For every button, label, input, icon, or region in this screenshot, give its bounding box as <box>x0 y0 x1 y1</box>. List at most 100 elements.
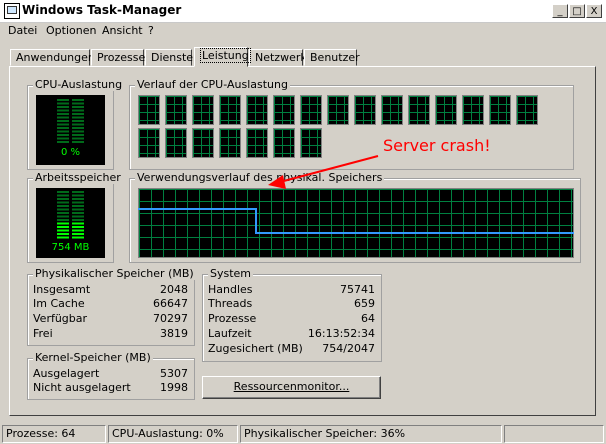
phys-label: Im Cache <box>33 297 85 310</box>
cpu-core-graph <box>219 95 241 125</box>
memory-meter-segment <box>57 222 69 225</box>
phys-row: Frei 3819 <box>28 327 194 341</box>
title-bar[interactable]: Windows Task-Manager _ □ X <box>0 0 606 23</box>
cpu-history-title: Verlauf der CPU-Auslastung <box>135 78 290 91</box>
cpu-core-graph <box>192 128 214 158</box>
cpu-core-graph <box>165 95 187 125</box>
minimize-button[interactable]: _ <box>552 4 568 18</box>
memory-meter-segment <box>72 229 84 232</box>
phys-value: 70297 <box>153 312 188 325</box>
cpu-meter-segment <box>72 113 84 115</box>
kernel-memory-title: Kernel-Speicher (MB) <box>33 351 153 364</box>
cpu-meter-segment <box>72 134 84 136</box>
memory-meter-segment <box>57 208 69 211</box>
memory-meter-segment <box>72 201 84 204</box>
memory-meter-segment <box>72 191 84 193</box>
tab-benutzer[interactable]: Benutzer <box>304 49 360 66</box>
window-title: Windows Task-Manager <box>22 3 182 17</box>
tab-leistung[interactable]: Leistung <box>194 47 251 67</box>
system-label: Handles <box>208 283 253 296</box>
cpu-core-graph <box>219 128 241 158</box>
cpu-meter-segment <box>72 141 84 143</box>
tab-label: Leistung <box>200 48 251 63</box>
menu-ansicht[interactable]: Ansicht <box>102 24 143 37</box>
tab-anwendungen[interactable]: Anwendungen <box>10 49 95 66</box>
memory-history-title: Verwendungsverlauf des physikal. Speiche… <box>135 171 385 184</box>
memory-meter-segment <box>72 226 84 228</box>
cpu-meter-segment <box>72 130 84 133</box>
phys-value: 3819 <box>160 327 188 340</box>
cpu-meter-segment <box>57 99 69 101</box>
memory-history-line <box>138 208 574 234</box>
cpu-core-graph <box>300 128 322 158</box>
cpu-core-graph <box>246 128 268 158</box>
menu-datei[interactable]: Datei <box>8 24 37 37</box>
memory-meter-segment <box>57 194 69 197</box>
memory-value: 754 MB <box>51 242 90 253</box>
system-label: Threads <box>208 297 253 310</box>
cpu-meter-segment <box>72 109 84 112</box>
kernel-label: Ausgelagert <box>33 367 100 380</box>
tab-dienste[interactable]: Dienste <box>145 49 194 66</box>
memory-meter-segment <box>57 219 69 221</box>
system-row: Threads 659 <box>203 297 381 311</box>
memory-meter-segment <box>57 236 69 239</box>
cpu-core-graph <box>246 95 268 125</box>
cpu-meter-segment <box>72 99 84 101</box>
close-button[interactable]: X <box>586 4 602 18</box>
cpu-meter-segment <box>57 123 69 126</box>
status-resize-area <box>504 425 604 443</box>
memory-meter-segment <box>57 198 69 200</box>
cpu-meter-segment <box>57 137 69 140</box>
phys-value: 66647 <box>153 297 188 310</box>
maximize-button[interactable]: □ <box>569 4 585 18</box>
system-label: Zugesichert (MB) <box>208 342 303 355</box>
tab-prozesse[interactable]: Prozesse <box>91 49 145 66</box>
kernel-value: 5307 <box>160 367 188 380</box>
cpu-core-graph <box>273 95 295 125</box>
phys-row: Im Cache 66647 <box>28 297 194 311</box>
performance-panel: CPU-Auslastung 0 % Verlauf der CPU-Ausla… <box>9 66 596 416</box>
menu-optionen[interactable]: Optionen <box>46 24 96 37</box>
system-row: Handles 75741 <box>203 283 381 297</box>
status-processes: Prozesse: 64 <box>2 425 106 443</box>
task-manager-icon <box>4 3 20 19</box>
memory-meter-segment <box>57 212 69 214</box>
cpu-core-graph <box>192 95 214 125</box>
kernel-value: 1998 <box>160 381 188 394</box>
cpu-meter-segment <box>57 120 69 122</box>
system-label: Prozesse <box>208 312 257 325</box>
server-crash-annotation: Server crash! <box>383 136 491 155</box>
system-title: System <box>208 267 254 280</box>
phys-row: Verfügbar 70297 <box>28 312 194 326</box>
cpu-meter-segment <box>57 109 69 112</box>
cpu-core-graph <box>273 128 295 158</box>
resource-monitor-button[interactable]: Ressourcenmonitor... <box>202 376 381 399</box>
cpu-meter-segment <box>72 127 84 129</box>
cpu-usage-meter: 0 % <box>36 95 105 165</box>
tab-label: Dienste <box>151 51 194 64</box>
cpu-core-graph <box>408 95 430 125</box>
cpu-meter-segment <box>72 116 84 119</box>
cpu-core-graph <box>327 95 349 125</box>
memory-meter-segment <box>72 215 84 218</box>
kernel-row: Nicht ausgelagert 1998 <box>28 381 194 395</box>
status-bar: Prozesse: 64 CPU-Auslastung: 0% Physikal… <box>0 423 606 444</box>
system-group: System Handles 75741 Threads 659 Prozesse 6… <box>202 267 382 362</box>
cpu-meter-segment <box>57 141 69 143</box>
tab-label: Benutzer <box>310 51 360 64</box>
memory-group: Arbeitsspeicher 754 MB <box>27 171 123 263</box>
cpu-core-graph <box>138 128 160 158</box>
tab-label: Anwendungen <box>16 51 95 64</box>
cpu-meter-segment <box>57 127 69 129</box>
kernel-label: Nicht ausgelagert <box>33 381 131 394</box>
tab-netzwerk[interactable]: Netzwerk <box>249 49 307 66</box>
menu-bar: Datei Optionen Ansicht ? <box>0 22 606 40</box>
system-value: 16:13:52:34 <box>307 327 375 340</box>
resource-monitor-label: Ressourcenmonitor... <box>233 380 350 393</box>
menu-help[interactable]: ? <box>148 24 154 37</box>
phys-label: Insgesamt <box>33 283 91 296</box>
kernel-memory-group: Kernel-Speicher (MB) Ausgelagert 5307 Nic… <box>27 351 195 400</box>
memory-meter-segment <box>72 236 84 239</box>
kernel-row: Ausgelagert 5307 <box>28 367 194 381</box>
